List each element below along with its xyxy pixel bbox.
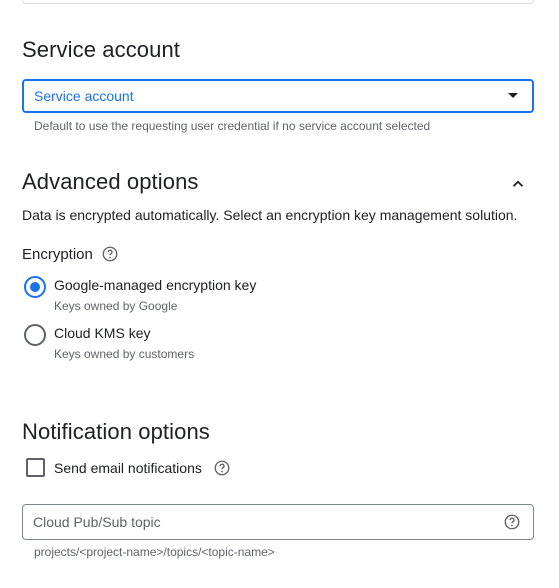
radio-cloud-kms-sublabel: Keys owned by customers	[54, 347, 195, 361]
advanced-options-description: Data is encrypted automatically. Select …	[22, 207, 518, 223]
send-email-label: Send email notifications	[54, 459, 202, 476]
encryption-label-row: Encryption	[22, 245, 119, 263]
service-account-select-value: Service account	[34, 88, 134, 104]
radio-cloud-kms-label: Cloud KMS key	[54, 325, 151, 341]
previous-field-border	[22, 0, 534, 4]
advanced-options-title: Advanced options	[22, 169, 199, 194]
radio-google-managed-label: Google-managed encryption key	[54, 277, 257, 293]
help-circle-icon[interactable]	[503, 513, 521, 531]
pubsub-topic-input[interactable]	[33, 505, 493, 539]
service-account-hint: Default to use the requesting user crede…	[34, 119, 431, 133]
radio-button-checked[interactable]	[24, 276, 46, 298]
send-email-checkbox-row[interactable]: Send email notifications	[26, 458, 231, 477]
help-circle-icon[interactable]	[213, 459, 231, 477]
radio-cloud-kms-key[interactable]: Cloud KMS key Keys owned by customers	[24, 324, 194, 361]
send-email-checkbox[interactable]	[26, 458, 45, 477]
pubsub-topic-hint: projects/<project-name>/topics/<topic-na…	[34, 545, 275, 559]
radio-button-unchecked[interactable]	[24, 324, 46, 346]
service-account-select[interactable]: Service account	[22, 79, 534, 113]
chevron-up-icon[interactable]	[509, 175, 527, 193]
radio-google-managed-key[interactable]: Google-managed encryption key Keys owned…	[24, 276, 256, 313]
encryption-label: Encryption	[22, 245, 93, 263]
notification-options-title: Notification options	[22, 419, 210, 444]
help-circle-icon[interactable]	[101, 245, 119, 263]
form-page: Service account Service account Default …	[0, 0, 559, 588]
service-account-title: Service account	[22, 37, 181, 62]
caret-down-icon	[508, 93, 518, 98]
pubsub-topic-field[interactable]	[22, 504, 534, 540]
radio-google-managed-sublabel: Keys owned by Google	[54, 299, 178, 313]
